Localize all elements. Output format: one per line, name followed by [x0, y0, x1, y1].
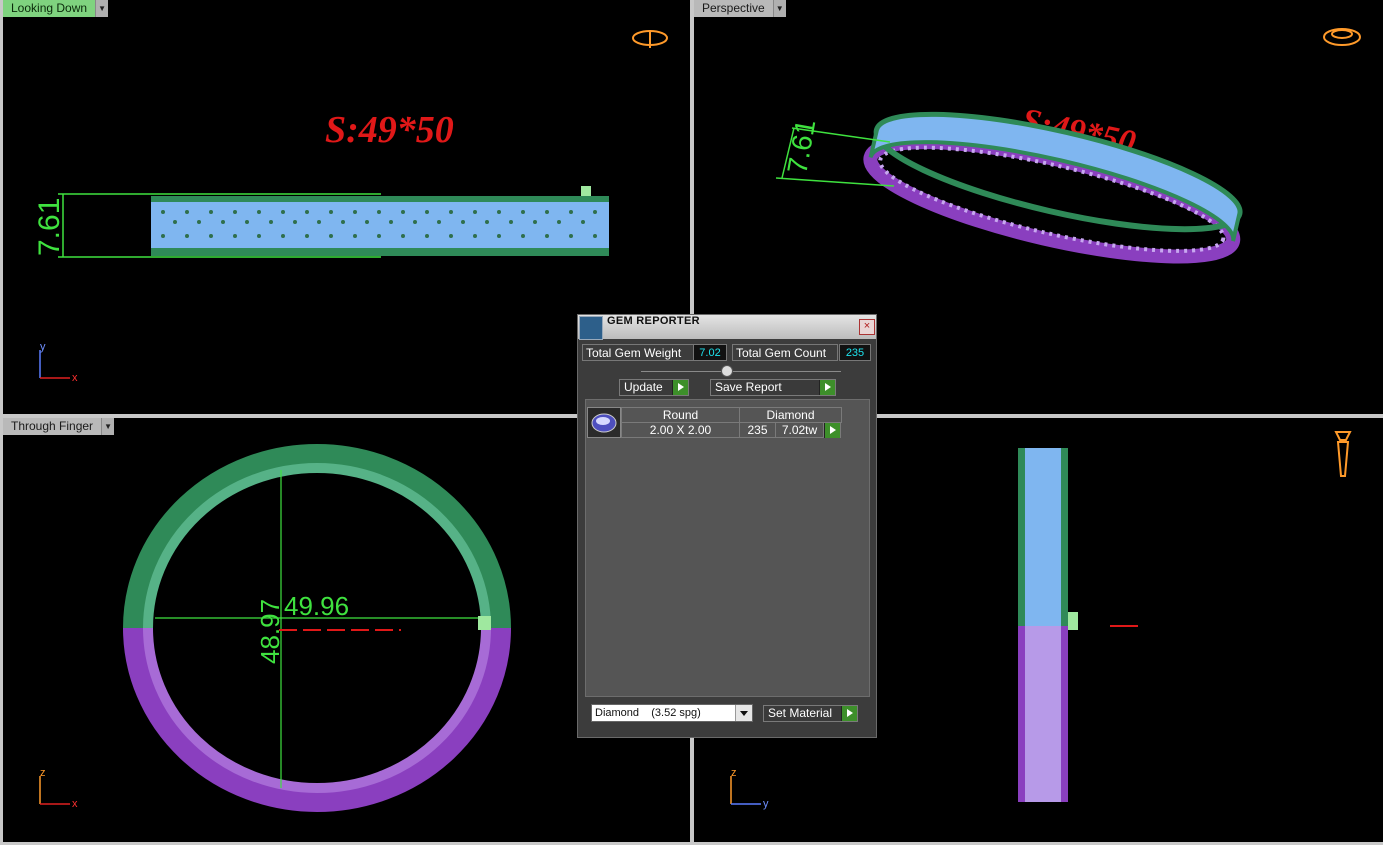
ring-band-face — [151, 202, 609, 248]
update-button-label: Update — [624, 380, 663, 394]
size-label: S:49*50 — [325, 109, 454, 151]
view-cube-icon[interactable] — [1323, 28, 1361, 46]
close-icon[interactable]: × — [859, 319, 875, 335]
play-arrow-icon — [841, 706, 857, 721]
ring-side-top-face — [1025, 448, 1061, 626]
set-material-button-label: Set Material — [768, 706, 833, 720]
view-cube-icon[interactable] — [1334, 431, 1352, 477]
gem-row-weight[interactable]: 7.02tw — [775, 422, 824, 438]
gem-reporter-title: GEM REPORTER — [607, 315, 700, 327]
axis-label-z: z — [731, 767, 737, 779]
ring-bottom-half — [123, 627, 511, 812]
save-report-button[interactable]: Save Report — [710, 379, 836, 396]
axis-label-x: x — [72, 372, 78, 384]
total-gem-weight-label: Total Gem Weight — [582, 344, 694, 361]
total-gem-count-value: 235 — [839, 344, 871, 361]
ring-cap — [1068, 612, 1078, 630]
gem-reporter-titlebar[interactable]: GEM REPORTER × — [578, 315, 876, 340]
table-header-shape: Round — [621, 407, 740, 423]
dimension-vertical-label: 48.97 — [255, 599, 285, 664]
dimension-horizontal-label: 49.96 — [284, 591, 349, 621]
view-cube-icon[interactable] — [632, 30, 668, 48]
gem-row-go-button[interactable] — [824, 422, 841, 438]
total-gem-weight-value: 7.02 — [693, 344, 727, 361]
axis-label-z: z — [40, 767, 46, 779]
dimension-width-label: 7.61 — [33, 198, 66, 256]
total-gem-count-label: Total Gem Count — [732, 344, 838, 361]
axis-label-y: y — [763, 798, 769, 810]
gem-row-size[interactable]: 2.00 X 2.00 — [621, 422, 740, 438]
collapse-icon[interactable] — [721, 365, 733, 377]
axis-label-x: x — [72, 798, 78, 810]
save-report-button-label: Save Report — [715, 380, 782, 394]
chevron-down-icon[interactable] — [735, 705, 752, 721]
dimension-width-label: 7.61 — [781, 117, 821, 176]
gem-row-count[interactable]: 235 — [739, 422, 776, 438]
ring-cap — [478, 616, 491, 630]
material-select[interactable]: Diamond (3.52 spg) — [591, 704, 753, 722]
round-gem-icon — [591, 413, 617, 433]
panel-divider — [641, 371, 841, 372]
ring-side-bottom-face — [1025, 626, 1061, 802]
table-header-material: Diamond — [739, 407, 842, 423]
play-arrow-icon — [819, 380, 835, 395]
gem-reporter-logo-icon — [579, 316, 603, 340]
gem-reporter-panel[interactable]: GEM REPORTER × Total Gem Weight 7.02 Tot… — [577, 314, 877, 738]
ring-cap — [581, 186, 591, 196]
play-arrow-icon — [672, 380, 688, 395]
update-button[interactable]: Update — [619, 379, 689, 396]
gem-thumbnail[interactable] — [587, 407, 621, 438]
play-arrow-icon — [824, 423, 840, 438]
gem-list[interactable]: Round Diamond 2.00 X 2.00 235 7.02tw — [585, 399, 870, 697]
axis-label-y: y — [40, 341, 46, 353]
set-material-button[interactable]: Set Material — [763, 705, 858, 722]
material-select-value: Diamond (3.52 spg) — [595, 707, 701, 719]
